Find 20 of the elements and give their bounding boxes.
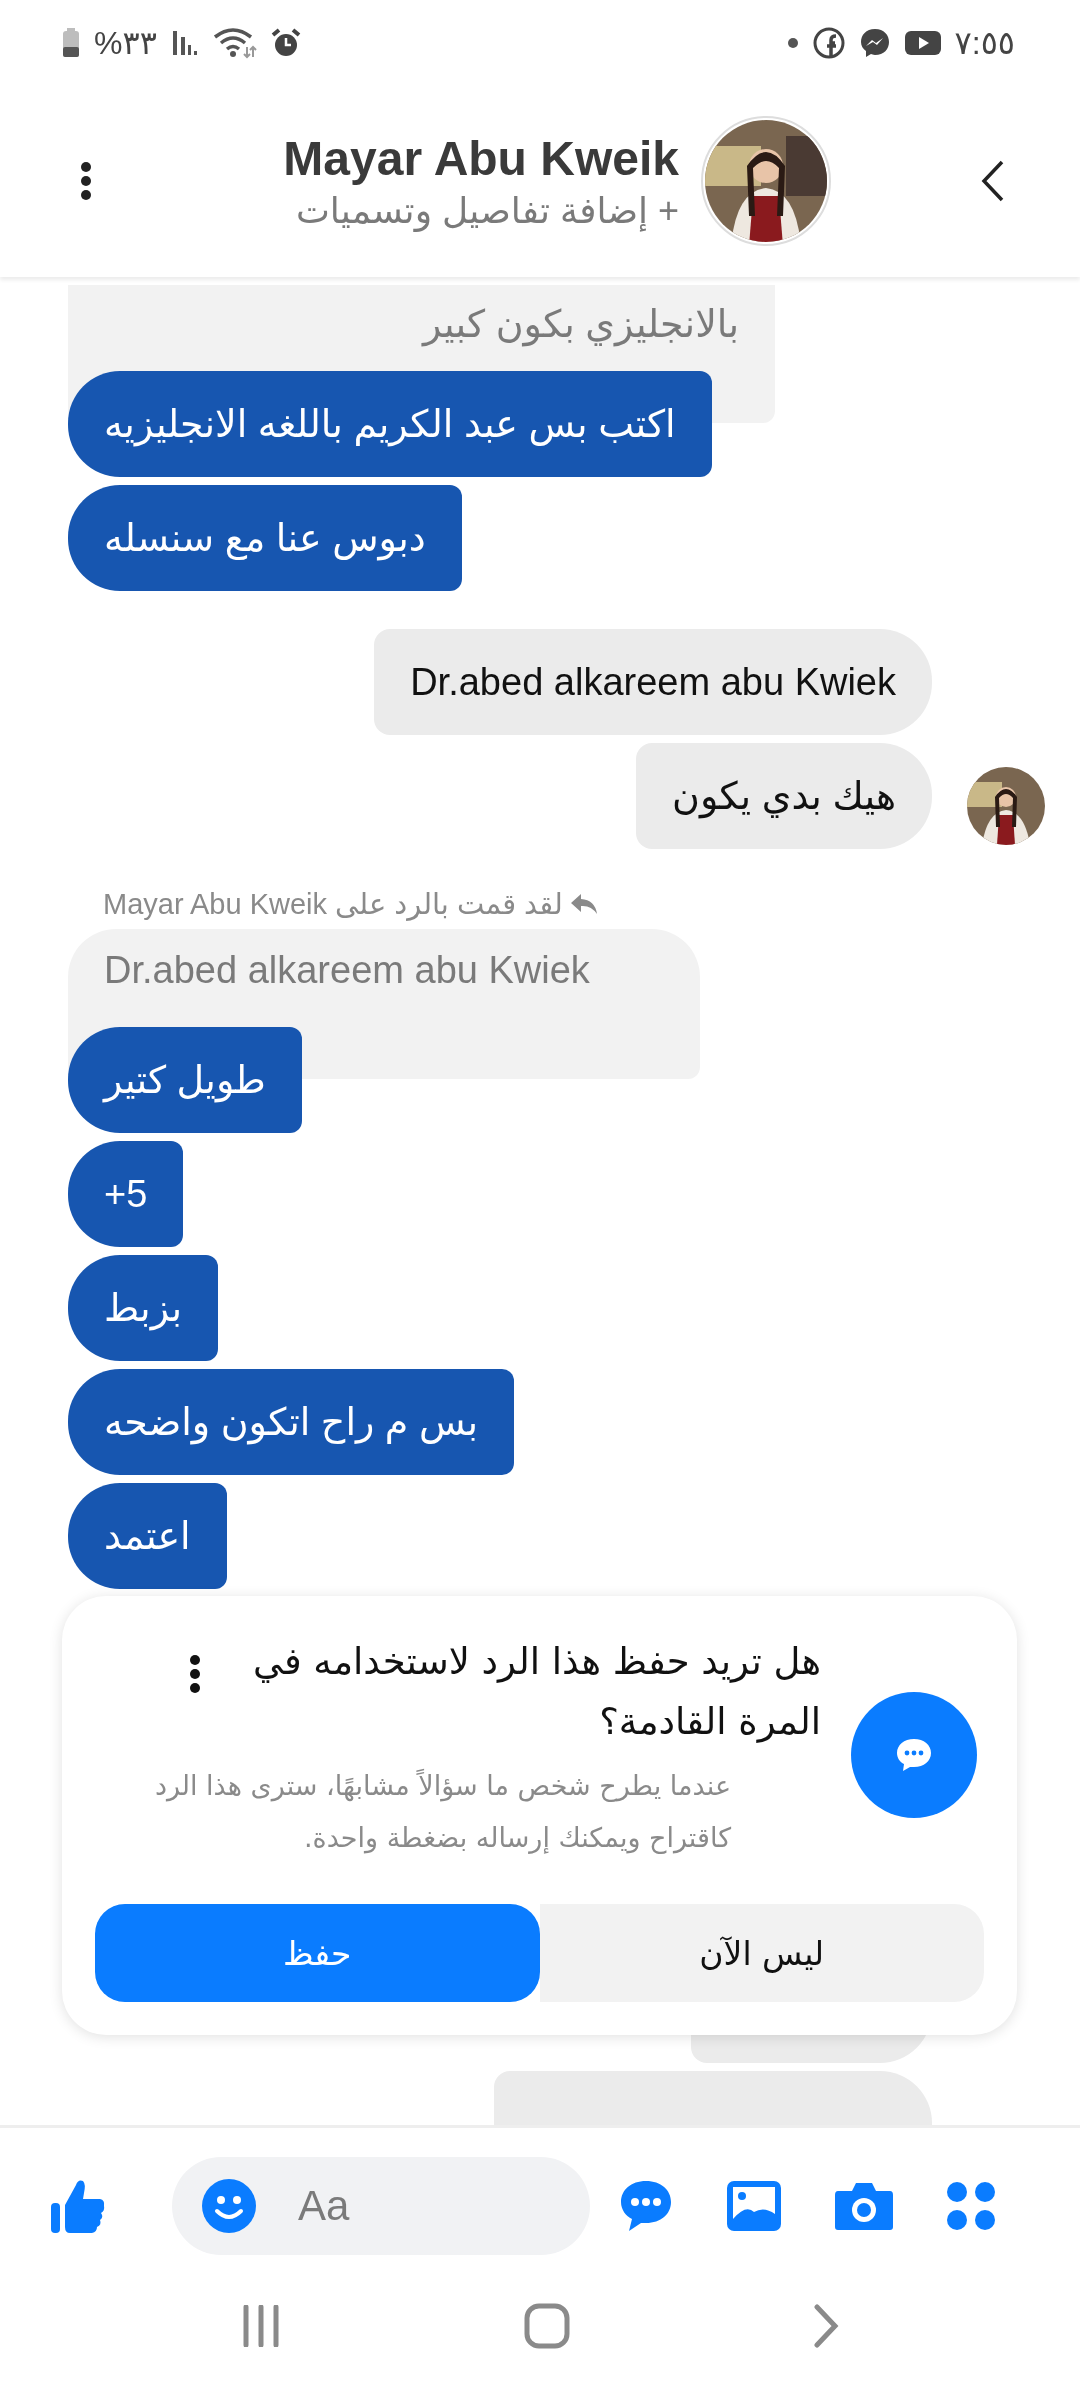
message-bubble: اكتب بس عبد الكريم باللغه الانجليزيه [68, 371, 712, 477]
message-bubble: Dr.abed alkareem abu Kwiek [374, 629, 932, 735]
message-bubble: +5 [68, 1141, 184, 1247]
message-field[interactable]: Aa [172, 2156, 590, 2255]
battery-percent: %٣٣ [94, 23, 157, 62]
contact-name[interactable]: Mayar Abu Kweik [283, 130, 679, 186]
status-time: ٧:٥٥ [954, 23, 1015, 62]
message-bubble: بس م راح اتكون واضحه [68, 1369, 514, 1475]
dialog-description: عندما يطرح شخص ما سؤالاً مشابهًا، سترى هذا الرد كاقتراح ويمكنك إرساله بضغطة واحدة. [153, 1768, 731, 1856]
message-bubble: اعتمد [68, 1483, 227, 1589]
message-bubble: طويل كتير [68, 1027, 302, 1133]
save-button[interactable]: حفظ [95, 1904, 540, 2002]
message-bubble: دبوس عنا مع سنسله [68, 485, 462, 591]
text-input[interactable]: Aa [296, 2180, 500, 2231]
reply-label: لقد قمت بالرد على Mayar Abu Kweik [103, 887, 563, 921]
not-now-button[interactable]: ليس الآن [539, 1904, 984, 2002]
message-bubble: بزبط [68, 1255, 219, 1361]
message-bubble: هيك بدي يكون [636, 743, 932, 849]
dialog-title: هل تريد حفظ هذا الرد لاستخدامه في المرة القادمة؟ [252, 1639, 821, 1745]
add-details-link[interactable]: + إضافة تفاصيل وتسميات [295, 189, 679, 232]
